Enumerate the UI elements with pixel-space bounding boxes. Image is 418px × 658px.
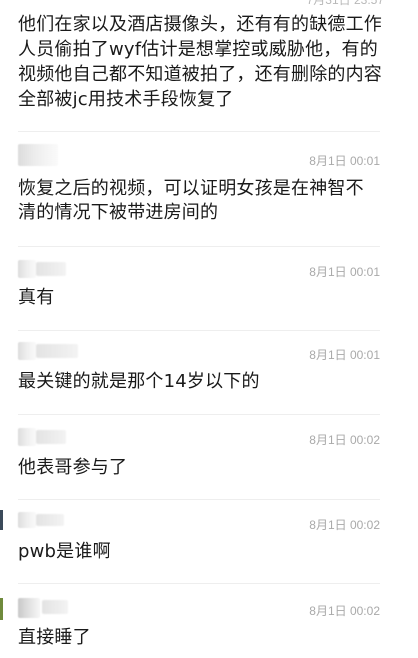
blurred-avatar[interactable] [18, 512, 36, 528]
blurred-username[interactable] [42, 600, 68, 614]
comment-timestamp: 8月1日 00:01 [309, 265, 380, 279]
divider [18, 499, 380, 500]
blurred-username[interactable] [36, 344, 78, 358]
blurred-avatar[interactable] [18, 428, 36, 446]
cropped-edge [0, 598, 3, 620]
comment-timestamp: 8月1日 00:01 [309, 348, 380, 362]
blurred-avatar[interactable] [18, 342, 36, 360]
comment-thread: 7月31日 23:57 他们在家以及酒店摄像头，还有有的缺德工作人员偷拍了wyf… [0, 0, 418, 658]
comment-text[interactable]: 直接睡了 [18, 626, 390, 650]
comment-timestamp: 8月1日 00:02 [309, 433, 380, 447]
comment-text[interactable]: 他们在家以及酒店摄像头，还有有的缺德工作人员偷拍了wyf估计是想掌控或威胁他，有… [18, 12, 390, 112]
blurred-username[interactable] [36, 430, 66, 444]
blurred-avatar[interactable] [18, 598, 40, 618]
comment-timestamp: 8月1日 00:02 [309, 604, 380, 618]
comment-timestamp: 7月31日 23:57 [306, 0, 384, 7]
divider [18, 131, 380, 132]
comment-timestamp: 8月1日 00:01 [309, 154, 380, 168]
blurred-username[interactable] [36, 514, 64, 526]
comment-text[interactable]: 真有 [18, 286, 390, 310]
divider [18, 330, 380, 331]
blurred-username[interactable] [36, 262, 66, 276]
divider [18, 583, 380, 584]
comment-text[interactable]: 最关键的就是那个14岁以下的 [18, 370, 390, 394]
comment-text[interactable]: 他表哥参与了 [18, 456, 390, 480]
divider [18, 414, 380, 415]
blurred-avatar[interactable] [18, 144, 58, 166]
blurred-avatar[interactable] [18, 260, 36, 278]
comment-text[interactable]: pwb是谁啊 [18, 540, 390, 564]
divider [18, 246, 380, 247]
comment-text[interactable]: 恢复之后的视频，可以证明女孩是在神智不清的情况下被带进房间的 [18, 177, 378, 225]
comment-timestamp: 8月1日 00:02 [309, 518, 380, 532]
cropped-edge [0, 510, 3, 530]
